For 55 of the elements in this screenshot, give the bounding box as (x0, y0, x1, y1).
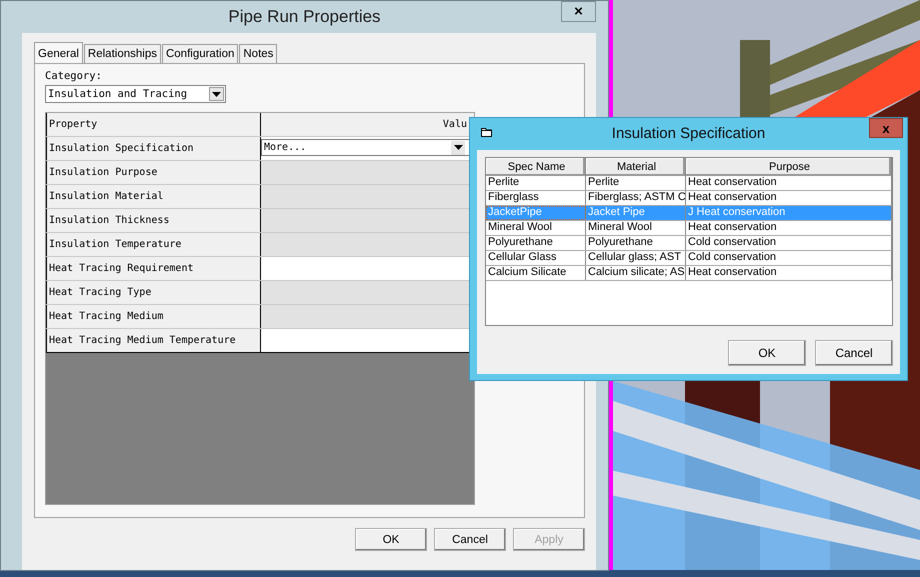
tab[interactable]: Configuration (162, 44, 238, 63)
list-cell: Heat conservation (686, 176, 892, 190)
list-cell: Perlite (586, 176, 686, 190)
list-cell: Cellular glass; AST (586, 251, 686, 265)
property-cell: Insulation Specification (46, 137, 261, 160)
column-header[interactable]: Purpose (686, 158, 892, 176)
column-header[interactable]: Spec Name (486, 158, 586, 176)
list-cell: J Heat conservation (686, 206, 892, 220)
list-cell: Mineral Wool (586, 221, 686, 235)
list-cell: Heat conservation (686, 221, 892, 235)
property-cell: Insulation Temperature (46, 233, 261, 256)
tab[interactable]: General (34, 42, 83, 64)
list-row[interactable]: Polyurethane Polyurethane Cold conservation (486, 236, 892, 251)
list-cell: Mineral Wool (486, 221, 586, 235)
property-cell: Heat Tracing Medium Temperature (46, 329, 261, 352)
list-cell: Polyurethane (586, 236, 686, 250)
window-icon (481, 127, 492, 137)
list-cell: Cold conservation (686, 236, 892, 250)
list-cell: Cellular Glass (486, 251, 586, 265)
list-row[interactable]: Mineral Wool Mineral Wool Heat conservation (486, 221, 892, 236)
property-cell: Insulation Purpose (46, 161, 261, 184)
column-header: Valu (261, 113, 474, 136)
property-cell: Heat Tracing Medium (46, 305, 261, 328)
list-cell: Jacket Pipe (586, 206, 686, 220)
tab[interactable]: Notes (239, 44, 278, 63)
list-cell: Heat conservation (686, 191, 892, 205)
property-cell: Insulation Material (46, 185, 261, 208)
column-header: Property (46, 113, 261, 136)
dialog-button[interactable]: Cancel (434, 528, 506, 551)
list-cell: Perlite (486, 176, 586, 190)
dialog-button[interactable]: Cancel (815, 340, 893, 366)
list-cell: Calcium silicate; AS (586, 266, 686, 280)
list-cell: JacketPipe (486, 206, 586, 220)
window-title: Insulation Specification (612, 124, 766, 142)
list-row[interactable]: Calcium Silicate Calcium silicate; AS Heat conservation (486, 266, 892, 281)
dialog-button[interactable]: OK (728, 340, 806, 366)
list-cell: Polyurethane (486, 236, 586, 250)
tab[interactable]: Relationships (84, 44, 161, 63)
list-row[interactable]: Perlite Perlite Heat conservation (486, 176, 892, 191)
dialog-button[interactable]: OK (355, 528, 427, 551)
property-cell: Heat Tracing Type (46, 281, 261, 304)
category-dropdown[interactable]: Insulation and Tracing (45, 85, 226, 103)
close-button[interactable]: x (869, 118, 903, 138)
category-label: Category: (45, 70, 102, 82)
list-cell: Fiberglass (486, 191, 586, 205)
list-cell: Heat conservation (686, 266, 892, 280)
list-row[interactable]: Cellular Glass Cellular glass; AST Cold conservation (486, 251, 892, 266)
list-cell: Calcium Silicate (486, 266, 586, 280)
property-cell: Insulation Thickness (46, 209, 261, 232)
list-cell: Cold conservation (686, 251, 892, 265)
close-button[interactable]: × (561, 1, 596, 22)
property-cell: Heat Tracing Requirement (46, 257, 261, 280)
window-title: Pipe Run Properties (228, 7, 381, 27)
list-cell: Fiberglass; ASTM C (586, 191, 686, 205)
column-header[interactable]: Material (586, 158, 686, 176)
